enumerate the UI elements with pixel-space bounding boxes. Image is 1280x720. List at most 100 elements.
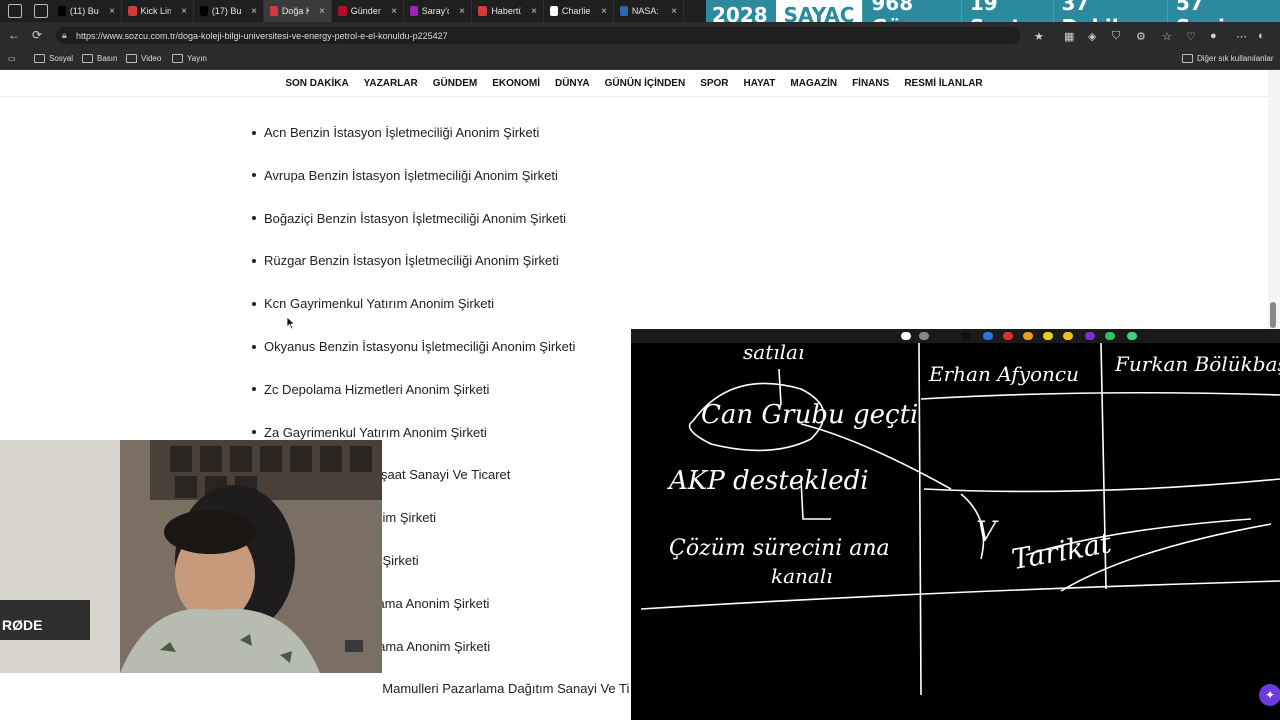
tab-label: Habertü bbox=[491, 6, 522, 16]
close-tab-icon[interactable]: × bbox=[391, 6, 397, 17]
site-nav-link[interactable]: MAGAZİN bbox=[790, 78, 837, 89]
whiteboard-mark: V bbox=[976, 515, 999, 548]
list-item: Boğaziçi Benzin İstasyon İşletmeciliği A… bbox=[252, 211, 566, 226]
close-tab-icon[interactable]: × bbox=[531, 6, 537, 17]
list-item: Rüzgar Benzin İstasyon İşletmeciliği Ano… bbox=[252, 253, 559, 268]
bookmark-label: Basın bbox=[97, 54, 118, 63]
bookmark-folder[interactable]: Basın bbox=[82, 54, 117, 63]
bullet-icon bbox=[252, 216, 256, 221]
company-name: Avrupa Benzin İstasyon İşletmeciliği Ano… bbox=[264, 167, 558, 183]
shield-icon[interactable]: ⛉ bbox=[1112, 30, 1120, 43]
bookmark-folder[interactable]: Video bbox=[126, 54, 161, 63]
company-name: Za Gayrimenkul Yatırım Anonim Şirketi bbox=[264, 424, 487, 440]
bullet-icon bbox=[252, 344, 256, 349]
browser-tab[interactable]: (17) Bura × bbox=[194, 0, 264, 22]
close-tab-icon[interactable]: × bbox=[459, 6, 465, 17]
site-nav-link[interactable]: SPOR bbox=[700, 78, 728, 89]
close-tab-icon[interactable]: × bbox=[181, 6, 187, 17]
close-tab-icon[interactable]: × bbox=[251, 6, 257, 17]
folder-icon bbox=[82, 54, 93, 63]
close-tab-icon[interactable]: × bbox=[109, 6, 115, 17]
list-item: Kcn Gayrimenkul Yatırım Anonim Şirketi bbox=[252, 296, 494, 311]
tab-label: (11) Bura bbox=[69, 6, 99, 16]
workspaces-icon[interactable] bbox=[8, 4, 22, 18]
site-nav-link[interactable]: DÜNYA bbox=[555, 78, 590, 89]
company-name: Acn Benzin İstasyon İşletmeciliği Anonim… bbox=[264, 125, 540, 140]
bookmarks-bar: ▭ Sosyal Basın Video Yayın Diğer sık kul… bbox=[0, 49, 1280, 70]
browser-tab[interactable]: Charlie K × bbox=[544, 0, 614, 22]
extension-icon[interactable]: ◈ bbox=[1088, 30, 1096, 43]
whiteboard-text: AKP destekledi bbox=[667, 466, 869, 496]
page-area-below-webcam bbox=[0, 673, 382, 720]
close-tab-icon[interactable]: × bbox=[671, 6, 677, 17]
bookmark-folder[interactable]: Sosyal bbox=[34, 54, 73, 63]
whiteboard-text: kanalı bbox=[771, 564, 833, 588]
bookmark-label: Yayın bbox=[187, 54, 207, 63]
whiteboard-text: Can Grubu geçti bbox=[701, 400, 918, 430]
t24-icon bbox=[620, 6, 628, 16]
mouse-cursor-icon bbox=[286, 316, 296, 330]
other-favorites-label: Diğer sık kullanılanlar bbox=[1197, 54, 1274, 63]
gundem-icon bbox=[338, 6, 347, 16]
site-nav-link[interactable]: HAYAT bbox=[744, 78, 776, 89]
favorites-icon[interactable]: ☆ bbox=[1162, 30, 1172, 43]
site-nav-link[interactable]: RESMİ İLANLAR bbox=[904, 78, 982, 89]
tab-label: Gündem bbox=[350, 6, 381, 16]
site-nav-link[interactable]: GÜNDEM bbox=[433, 78, 477, 89]
close-tab-icon[interactable]: × bbox=[319, 6, 325, 17]
site-nav-link[interactable]: EKONOMİ bbox=[492, 78, 540, 89]
company-name: Rüzgar Benzin İstasyon İşletmeciliği Ano… bbox=[264, 253, 559, 269]
scrollbar-thumb[interactable] bbox=[1270, 302, 1276, 328]
url-text: https://www.sozcu.com.tr/doga-koleji-bil… bbox=[76, 30, 448, 41]
tab-strip: (11) Bura×Kick Link×(17) Bura×Doğa Ko×Gü… bbox=[52, 0, 684, 22]
browser-tab[interactable]: Saray'da × bbox=[404, 0, 472, 22]
browser-essentials-icon[interactable]: ♡ bbox=[1186, 30, 1196, 43]
browser-tab[interactable]: Habertü × bbox=[472, 0, 544, 22]
extension-icon[interactable]: ⚙ bbox=[1136, 30, 1146, 43]
bookmark-label: Sosyal bbox=[49, 54, 74, 63]
bookmark-menu-icon[interactable]: ▭ bbox=[8, 54, 16, 63]
site-nav-link[interactable]: SON DAKİKA bbox=[285, 78, 348, 89]
company-name: Kcn Gayrimenkul Yatırım Anonim Şirketi bbox=[264, 296, 494, 312]
wiki-icon bbox=[550, 6, 558, 16]
more-menu-icon[interactable]: ⋯ bbox=[1236, 30, 1247, 43]
company-name: Okyanus Benzin İstasyonu İşletmeciliği A… bbox=[264, 339, 576, 354]
browser-tab[interactable]: NASA: M × bbox=[614, 0, 684, 22]
whiteboard-drawing: satılaı Erhan Afyoncu Furkan Bölükbaşı C… bbox=[640, 340, 1280, 696]
folder-icon bbox=[126, 54, 137, 63]
tab-label: Doğa Ko bbox=[281, 6, 310, 16]
copilot-button[interactable]: ✦ bbox=[1259, 684, 1280, 706]
site-nav-link[interactable]: GÜNÜN İÇİNDEN bbox=[605, 78, 686, 89]
lock-icon[interactable]: 🔒︎ bbox=[62, 30, 67, 41]
whiteboard-header: Furkan Bölükbaşı bbox=[1114, 352, 1280, 376]
browser-tab[interactable]: (11) Bura × bbox=[52, 0, 122, 22]
favorite-star-icon[interactable]: ★ bbox=[1034, 30, 1044, 43]
x-icon bbox=[200, 6, 208, 16]
browser-tab[interactable]: Gündem × bbox=[332, 0, 404, 22]
reload-icon[interactable]: ⟳ bbox=[32, 28, 42, 42]
profile-avatar-icon[interactable]: ● bbox=[1210, 30, 1217, 42]
whiteboard-text: Çözüm sürecini ana bbox=[669, 536, 890, 561]
back-icon[interactable]: ← bbox=[8, 28, 20, 42]
whiteboard-text: satılaı bbox=[743, 340, 804, 364]
b-icon bbox=[410, 6, 418, 16]
browser-tab[interactable]: Doğa Ko × bbox=[264, 0, 332, 22]
address-bar: ← ⟳ 🔒︎ https://www.sozcu.com.tr/doga-kol… bbox=[0, 22, 1280, 49]
drawing-whiteboard: satılaı Erhan Afyoncu Furkan Bölükbaşı C… bbox=[631, 329, 1280, 720]
kick-icon bbox=[128, 6, 137, 16]
copilot-icon[interactable]: ◐ bbox=[1258, 30, 1265, 42]
close-tab-icon[interactable]: × bbox=[601, 6, 607, 17]
site-nav-link[interactable]: FİNANS bbox=[852, 78, 889, 89]
site-nav-link[interactable]: YAZARLAR bbox=[364, 78, 418, 89]
folder-icon bbox=[34, 54, 45, 63]
list-item: Avrupa Benzin İstasyon İşletmeciliği Ano… bbox=[252, 168, 558, 183]
bullet-icon bbox=[252, 173, 256, 178]
bookmark-folder[interactable]: Yayın bbox=[172, 54, 207, 63]
browser-tab[interactable]: Kick Link × bbox=[122, 0, 194, 22]
other-favorites[interactable]: Diğer sık kullanılanlar bbox=[1182, 54, 1273, 63]
url-field[interactable]: 🔒︎ https://www.sozcu.com.tr/doga-koleji-… bbox=[56, 27, 1020, 44]
extension-icon[interactable]: ▦ bbox=[1064, 30, 1074, 43]
bookmark-label: Video bbox=[141, 54, 162, 63]
tab-actions-icon[interactable] bbox=[34, 4, 48, 18]
bullet-icon bbox=[252, 387, 256, 392]
